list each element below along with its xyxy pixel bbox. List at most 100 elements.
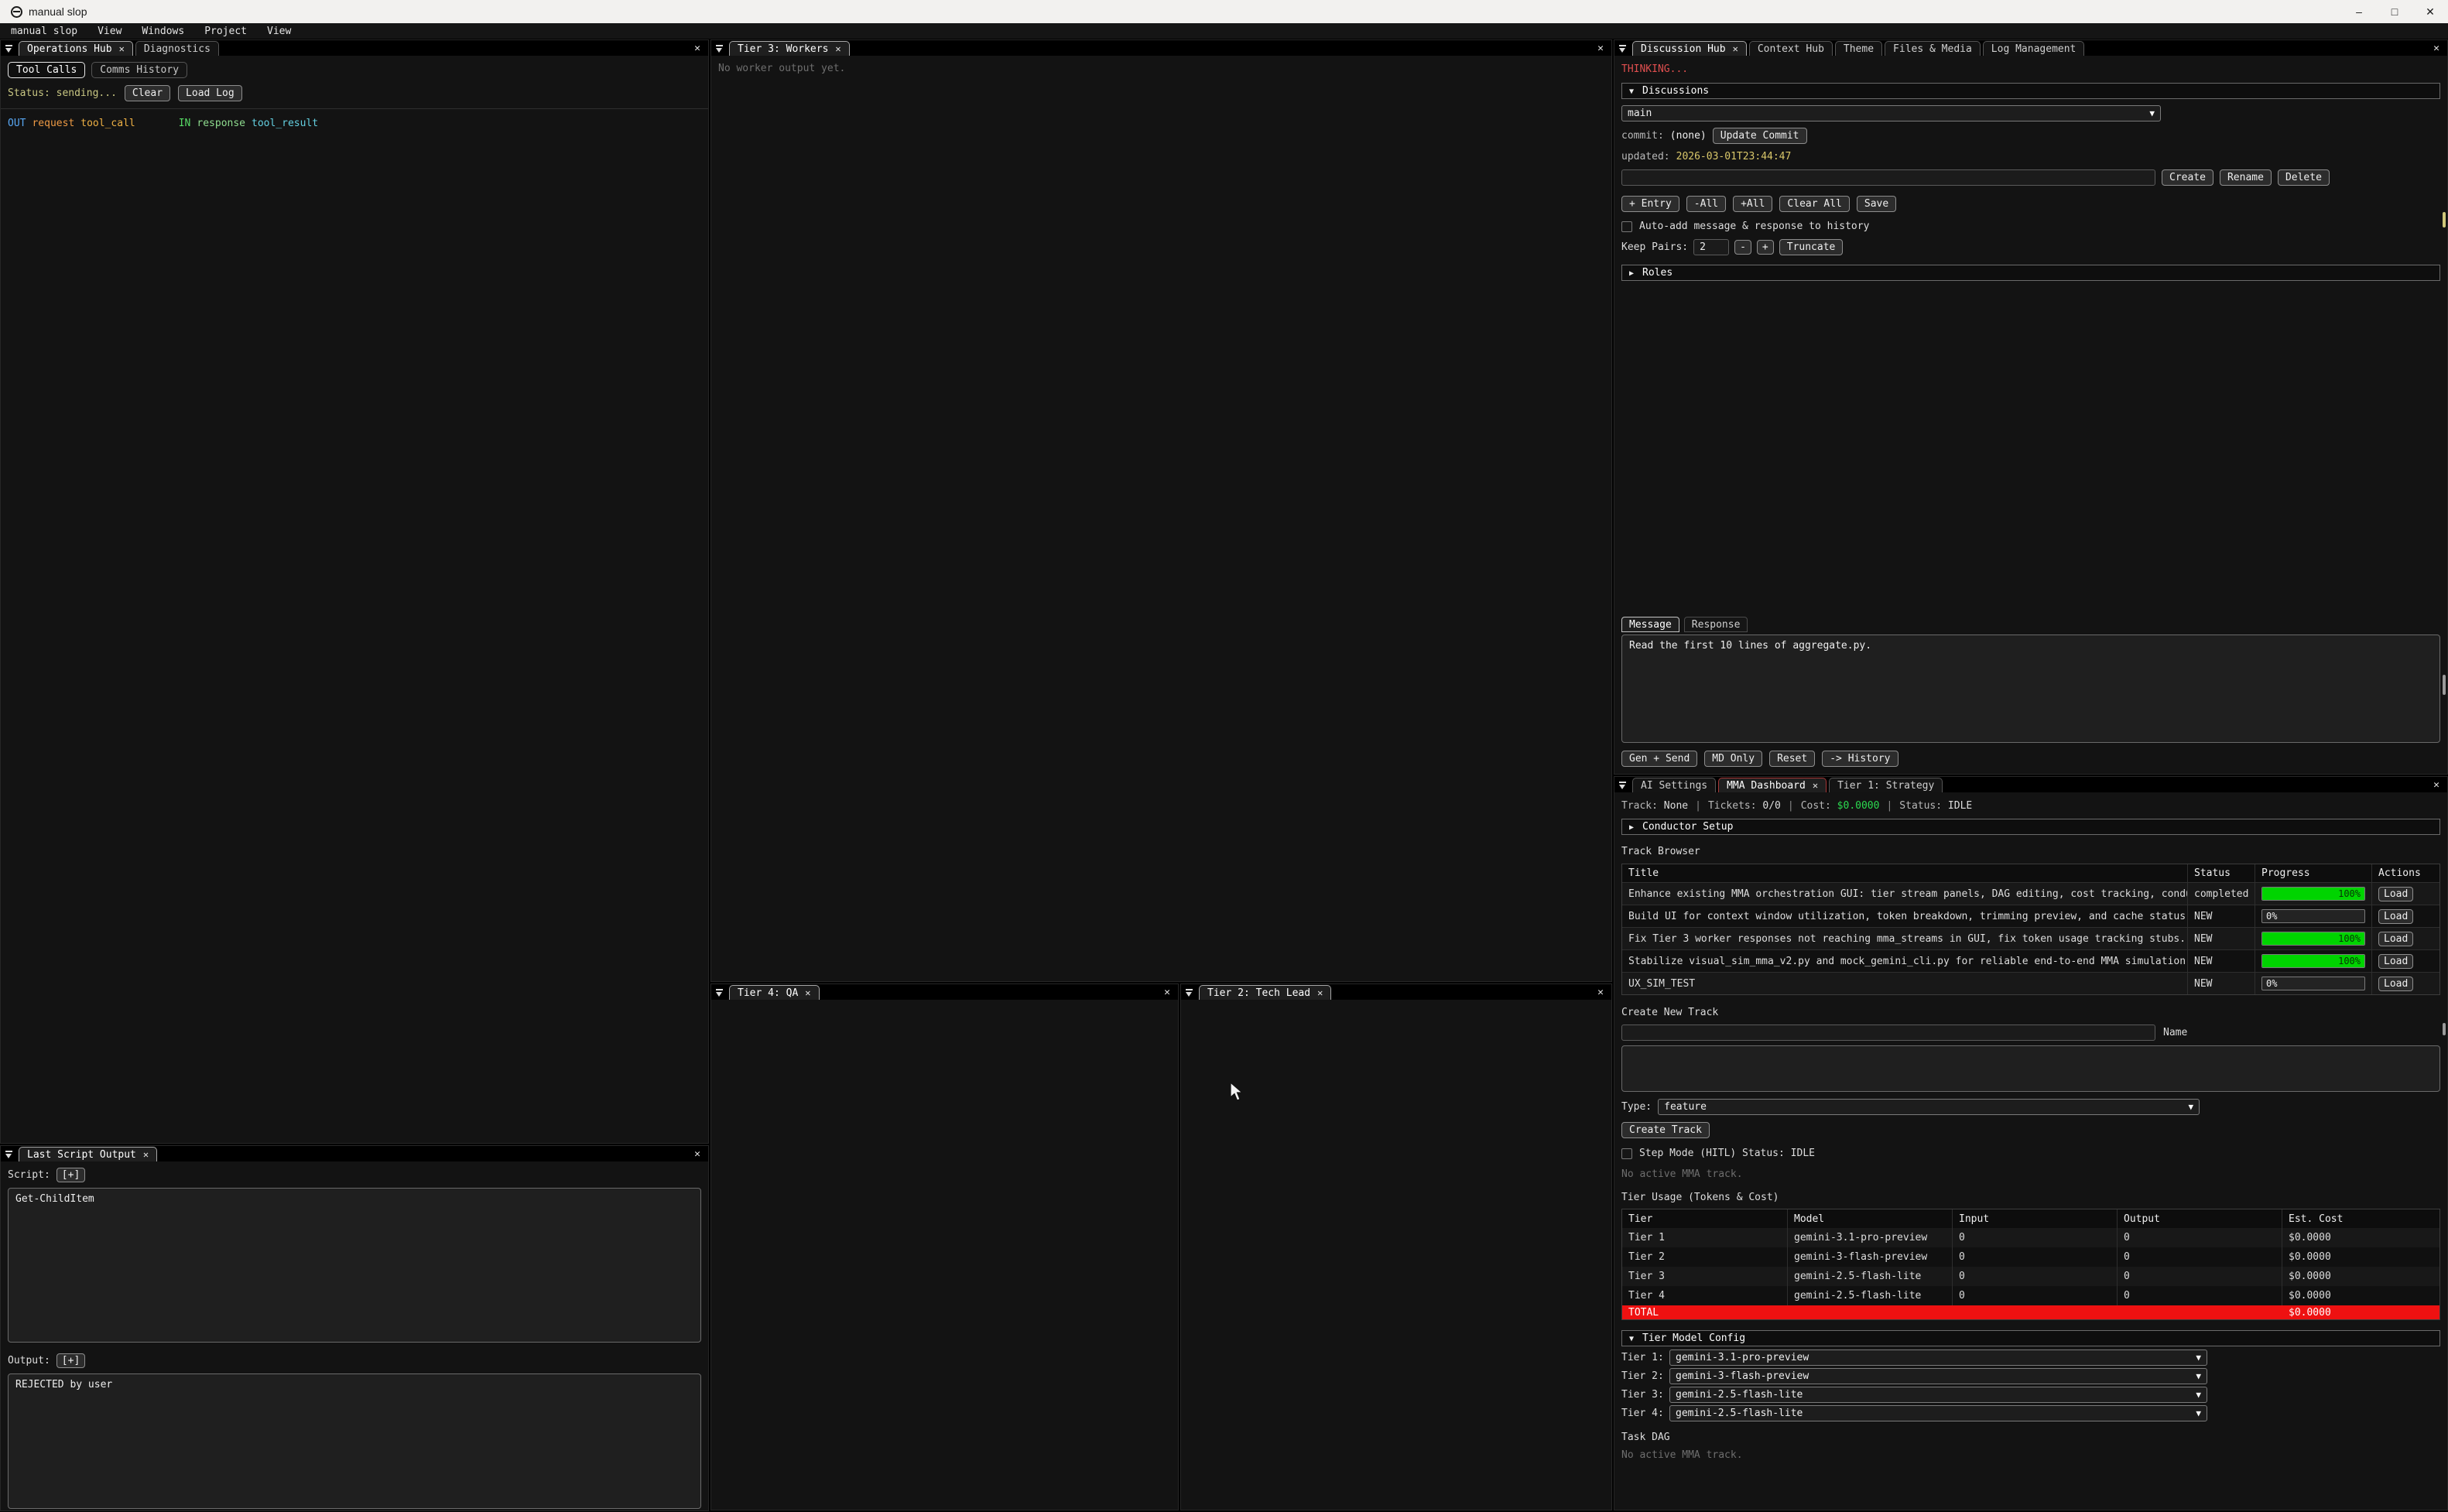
track-table-row[interactable]: Enhance existing MMA orchestration GUI: … bbox=[1622, 882, 2439, 905]
panel-close-icon[interactable] bbox=[1590, 987, 1611, 998]
panel-close-icon[interactable] bbox=[1590, 43, 1611, 54]
delete-button[interactable]: Delete bbox=[2278, 169, 2330, 186]
create-button[interactable]: Create bbox=[2162, 169, 2213, 186]
discussion-name-input[interactable] bbox=[1621, 169, 2155, 186]
message-action-button[interactable]: MD Only bbox=[1704, 751, 1762, 767]
create-track-button[interactable]: Create Track bbox=[1621, 1122, 1710, 1138]
panel-close-icon[interactable] bbox=[686, 43, 708, 54]
close-icon[interactable] bbox=[805, 987, 810, 998]
tab-discussion-hub[interactable]: Discussion Hub bbox=[1632, 41, 1747, 56]
script-expand-button[interactable]: [+] bbox=[56, 1168, 85, 1182]
panel-close-icon[interactable] bbox=[1156, 987, 1178, 998]
tab-theme[interactable]: Theme bbox=[1835, 41, 1882, 56]
subtab-comms-history[interactable]: Comms History bbox=[91, 62, 187, 78]
tab-last-script-output[interactable]: Last Script Output bbox=[19, 1147, 157, 1161]
close-button[interactable]: ✕ bbox=[2412, 0, 2448, 23]
track-description-textarea[interactable] bbox=[1621, 1045, 2440, 1092]
rename-button[interactable]: Rename bbox=[2220, 169, 2272, 186]
entry-button[interactable]: +All bbox=[1733, 196, 1772, 212]
tab-tier1-strategy[interactable]: Tier 1: Strategy bbox=[1829, 778, 1943, 792]
tier-model-select[interactable]: gemini-3.1-pro-preview bbox=[1669, 1350, 2207, 1366]
clear-button[interactable]: Clear bbox=[125, 85, 170, 101]
conductor-setup-header[interactable]: Conductor Setup bbox=[1621, 819, 2440, 835]
track-table-row[interactable]: UX_SIM_TEST NEW 0% Load bbox=[1622, 972, 2439, 994]
auto-add-checkbox[interactable] bbox=[1621, 221, 1632, 232]
entry-button[interactable]: Save bbox=[1857, 196, 1896, 212]
tier-model-config-header[interactable]: Tier Model Config bbox=[1621, 1330, 2440, 1346]
tab-tier4-qa[interactable]: Tier 4: QA bbox=[729, 985, 820, 1000]
close-icon[interactable] bbox=[119, 43, 125, 54]
scrollbar-thumb[interactable] bbox=[2443, 675, 2446, 695]
entry-button[interactable]: Clear All bbox=[1779, 196, 1849, 212]
tab-files-media[interactable]: Files & Media bbox=[1885, 41, 1981, 56]
track-table-row[interactable]: Fix Tier 3 worker responses not reaching… bbox=[1622, 927, 2439, 949]
track-table-row[interactable]: Stabilize visual_sim_mma_v2.py and mock_… bbox=[1622, 949, 2439, 972]
tab-log-management[interactable]: Log Management bbox=[1983, 41, 2085, 56]
keep-pairs-plus-button[interactable]: + bbox=[1757, 240, 1774, 255]
panel-close-icon[interactable] bbox=[2426, 43, 2447, 54]
tier-model-select[interactable]: gemini-3-flash-preview bbox=[1669, 1368, 2207, 1384]
message-textarea[interactable]: Read the first 10 lines of aggregate.py. bbox=[1621, 635, 2440, 743]
dock-menu-icon[interactable] bbox=[1616, 42, 1630, 56]
keep-pairs-minus-button[interactable]: - bbox=[1734, 240, 1751, 255]
panel-close-icon[interactable] bbox=[686, 1148, 708, 1160]
menu-item[interactable]: View bbox=[98, 26, 122, 37]
roles-section-header[interactable]: Roles bbox=[1621, 265, 2440, 281]
discussions-section-header[interactable]: Discussions bbox=[1621, 83, 2440, 99]
close-icon[interactable] bbox=[1813, 780, 1818, 791]
load-log-button[interactable]: Load Log bbox=[178, 85, 242, 101]
keep-pairs-input[interactable]: 2 bbox=[1693, 239, 1729, 255]
close-icon[interactable] bbox=[1733, 43, 1738, 54]
tab-message[interactable]: Message bbox=[1621, 617, 1679, 632]
dock-menu-icon[interactable] bbox=[713, 42, 727, 56]
message-action-button[interactable]: -> History bbox=[1822, 751, 1898, 767]
track-name-input[interactable] bbox=[1621, 1025, 2155, 1041]
minimize-button[interactable]: – bbox=[2341, 0, 2377, 23]
track-table-row[interactable]: Build UI for context window utilization,… bbox=[1622, 905, 2439, 927]
tab-tier3-workers[interactable]: Tier 3: Workers bbox=[729, 41, 850, 56]
entry-button[interactable]: + Entry bbox=[1621, 196, 1679, 212]
load-track-button[interactable]: Load bbox=[2378, 932, 2413, 946]
output-expand-button[interactable]: [+] bbox=[56, 1353, 85, 1368]
tab-diagnostics[interactable]: Diagnostics bbox=[135, 41, 219, 56]
close-icon[interactable] bbox=[1317, 987, 1323, 998]
message-action-button[interactable]: Reset bbox=[1769, 751, 1815, 767]
menu-item[interactable]: manual slop bbox=[11, 26, 77, 37]
truncate-button[interactable]: Truncate bbox=[1779, 239, 1844, 255]
scrollbar-thumb[interactable] bbox=[2443, 212, 2446, 227]
tab-context-hub[interactable]: Context Hub bbox=[1749, 41, 1833, 56]
load-track-button[interactable]: Load bbox=[2378, 887, 2413, 901]
step-mode-checkbox[interactable] bbox=[1621, 1148, 1632, 1159]
output-textarea[interactable]: REJECTED by user bbox=[8, 1373, 701, 1509]
tab-response[interactable]: Response bbox=[1684, 617, 1748, 632]
update-commit-button[interactable]: Update Commit bbox=[1713, 128, 1807, 144]
track-type-select[interactable]: feature bbox=[1658, 1099, 2200, 1115]
menu-item[interactable]: Project bbox=[204, 26, 247, 37]
dock-menu-icon[interactable] bbox=[2, 42, 16, 56]
tab-tier2-tech-lead[interactable]: Tier 2: Tech Lead bbox=[1199, 985, 1331, 1000]
close-icon[interactable] bbox=[835, 43, 841, 54]
tab-ai-settings[interactable]: AI Settings bbox=[1632, 778, 1716, 792]
close-icon[interactable] bbox=[143, 1149, 149, 1160]
load-track-button[interactable]: Load bbox=[2378, 909, 2413, 924]
subtab-tool-calls[interactable]: Tool Calls bbox=[8, 62, 85, 78]
menu-item[interactable]: Windows bbox=[142, 26, 184, 37]
load-track-button[interactable]: Load bbox=[2378, 954, 2413, 969]
dock-menu-icon[interactable] bbox=[713, 986, 727, 1000]
dock-menu-icon[interactable] bbox=[1616, 778, 1630, 792]
dock-menu-icon[interactable] bbox=[2, 1148, 16, 1161]
load-track-button[interactable]: Load bbox=[2378, 977, 2413, 991]
maximize-button[interactable]: □ bbox=[2377, 0, 2412, 23]
tier-model-select[interactable]: gemini-2.5-flash-lite bbox=[1669, 1387, 2207, 1403]
discussion-branch-select[interactable]: main bbox=[1621, 105, 2161, 121]
message-action-button[interactable]: Gen + Send bbox=[1621, 751, 1697, 767]
panel-close-icon[interactable] bbox=[2426, 779, 2447, 791]
tier-model-select[interactable]: gemini-2.5-flash-lite bbox=[1669, 1405, 2207, 1421]
scrollbar-thumb[interactable] bbox=[2443, 1023, 2446, 1035]
entry-button[interactable]: -All bbox=[1686, 196, 1726, 212]
tab-mma-dashboard[interactable]: MMA Dashboard bbox=[1718, 778, 1827, 792]
menu-item[interactable]: View bbox=[267, 26, 291, 37]
tab-operations-hub[interactable]: Operations Hub bbox=[19, 41, 133, 56]
dock-menu-icon[interactable] bbox=[1183, 986, 1197, 1000]
script-textarea[interactable]: Get-ChildItem bbox=[8, 1188, 701, 1343]
